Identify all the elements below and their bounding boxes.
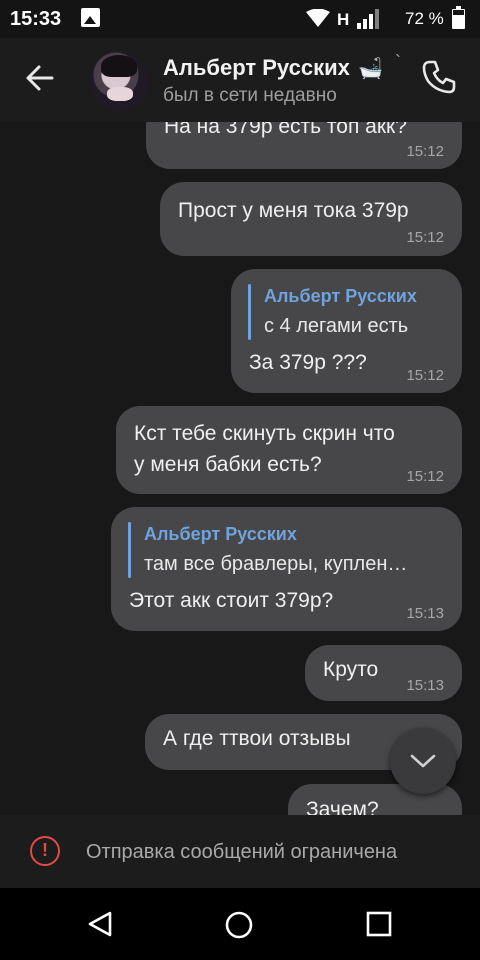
message-time: 15:12 [406,229,444,246]
chat-area[interactable]: На на 379р есть топ акк? 15:12 Прост у м… [0,122,480,815]
message-time: 15:12 [406,143,444,160]
wifi-icon [306,9,330,27]
message-text: Круто [323,658,379,681]
chevron-down-icon [410,754,436,768]
reply-bar [248,284,251,340]
image-icon [81,8,100,27]
bathtub-emoji: 🛁 [358,58,383,80]
message-text-line: у меня бабки есть? [134,453,322,476]
message-bubble[interactable]: На на 379р есть топ акк? 15:12 [146,122,462,169]
restriction-text: Отправка сообщений ограничена [86,841,398,863]
battery-icon [452,6,465,29]
sending-restricted-bar: ! Отправка сообщений ограничена [0,815,480,888]
back-icon[interactable] [86,910,114,938]
status-time: 15:33 [10,8,62,30]
signal-icon [357,9,379,29]
chat-header: Альберт Русских 🛁 ` был в сети недавно [0,38,480,122]
battery-percent: 72 % [405,9,444,28]
status-bar: 15:33 H 72 % [0,0,480,38]
message-time: 15:13 [406,605,444,622]
message-bubble[interactable]: Альберт Русских с 4 легами есть За 379р … [231,269,462,393]
scroll-down-button[interactable] [390,728,456,794]
message-text: Зачем? [306,798,379,815]
message-text: За 379р ??? [249,351,367,374]
reply-text: там все бравлеры, куплен… [144,553,408,575]
reply-author: Альберт Русских [144,524,297,544]
message-time: 15:12 [406,468,444,485]
message-text: А где ттвои отзывы [163,727,351,750]
message-bubble[interactable]: Круто 15:13 [305,645,462,701]
battery-fill [453,15,464,28]
back-arrow-icon[interactable] [24,62,56,94]
reply-bar [128,522,131,578]
phone-icon[interactable] [421,59,457,95]
message-bubble[interactable]: Альберт Русских там все бравлеры, куплен… [111,507,462,631]
alert-circle-icon: ! [30,836,60,866]
home-icon[interactable] [224,910,254,940]
contact-name[interactable]: Альберт Русских [163,55,350,81]
message-bubble[interactable]: Прост у меня тока 379р 15:12 [160,182,462,256]
message-text: Этот акк стоит 379р? [129,589,334,612]
message-time: 15:12 [406,367,444,384]
message-text: Прост у меня тока 379р [178,199,409,222]
message-text: На на 379р есть топ акк? [164,122,407,138]
reply-text: с 4 легами есть [264,315,409,337]
message-bubble[interactable]: Кст тебе скинуть скрин что у меня бабки … [116,406,462,494]
message-time: 15:13 [406,677,444,694]
contact-status: был в сети недавно [163,85,337,106]
system-nav-bar [0,888,480,960]
network-type: H [337,10,350,29]
reply-author: Альберт Русских [264,286,417,306]
avatar[interactable] [89,51,149,111]
message-text-line: Кст тебе скинуть скрин что [134,422,395,445]
recents-icon[interactable] [366,911,392,937]
name-extra-mark: ` [395,52,401,72]
